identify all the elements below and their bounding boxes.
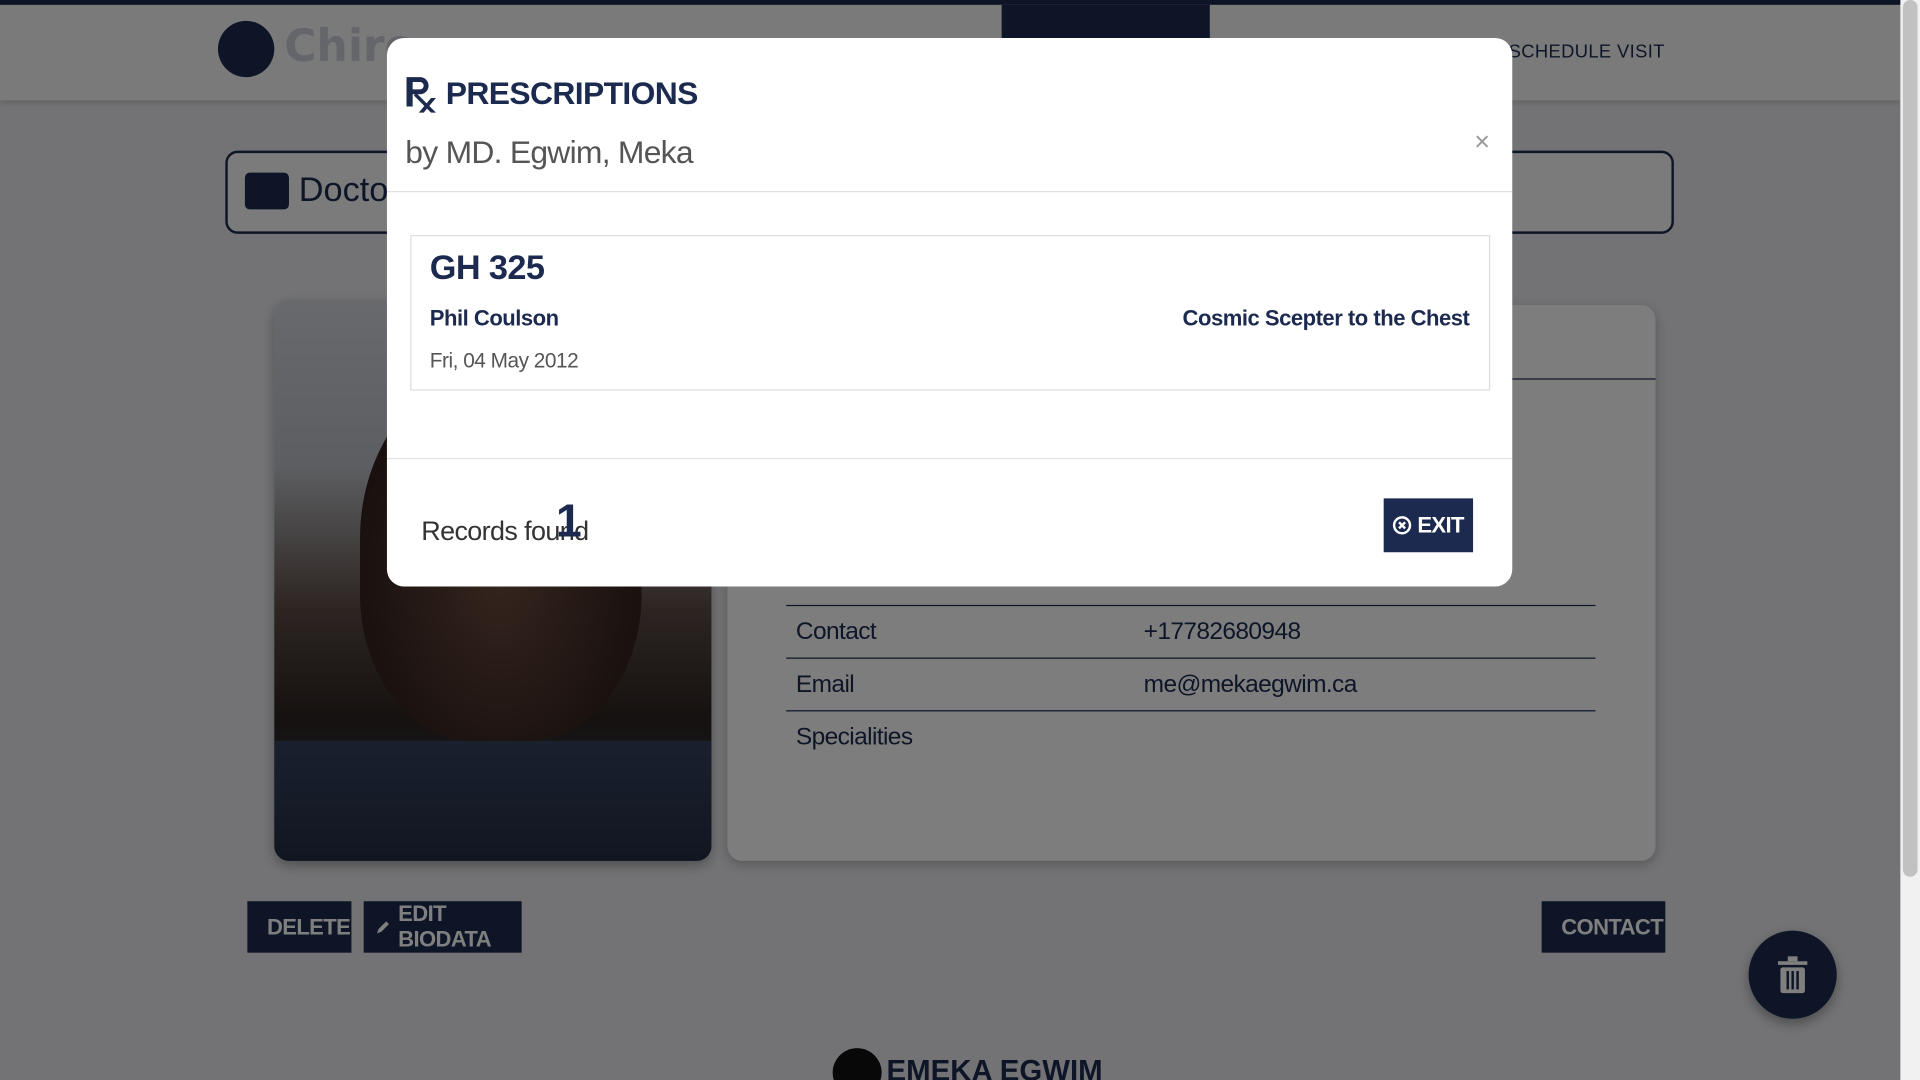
prescription-code: GH 325: [429, 248, 545, 287]
page: Chiro SCHEDULE VISIT Doctor Information …: [0, 0, 1920, 1080]
patient-name: Phil Coulson: [429, 306, 559, 331]
scrollbar-thumb[interactable]: [1902, 0, 1918, 877]
prescription-record[interactable]: GH 325 Phil Coulson Cosmic Scepter to th…: [410, 235, 1491, 391]
prescription-date: Fri, 04 May 2012: [429, 348, 579, 373]
modal-title: PRESCRIPTIONS: [445, 74, 699, 112]
prescriptions-modal: PRESCRIPTIONS by MD. Egwim, Meka × GH 32…: [386, 37, 1513, 587]
page-scrollbar[interactable]: [1900, 0, 1920, 1080]
diagnosis: Cosmic Scepter to the Chest: [1182, 306, 1470, 331]
modal-footer: Records found 1 EXIT: [386, 457, 1513, 587]
close-icon[interactable]: ×: [1474, 126, 1490, 158]
exit-icon: [1393, 516, 1412, 535]
modal-header: PRESCRIPTIONS by MD. Egwim, Meka ×: [386, 38, 1513, 193]
records-count: 1: [555, 495, 582, 548]
modal-subtitle: by MD. Egwim, Meka: [405, 133, 693, 171]
rx-icon: [406, 77, 436, 113]
exit-label: EXIT: [1417, 512, 1464, 537]
exit-button[interactable]: EXIT: [1383, 498, 1474, 553]
